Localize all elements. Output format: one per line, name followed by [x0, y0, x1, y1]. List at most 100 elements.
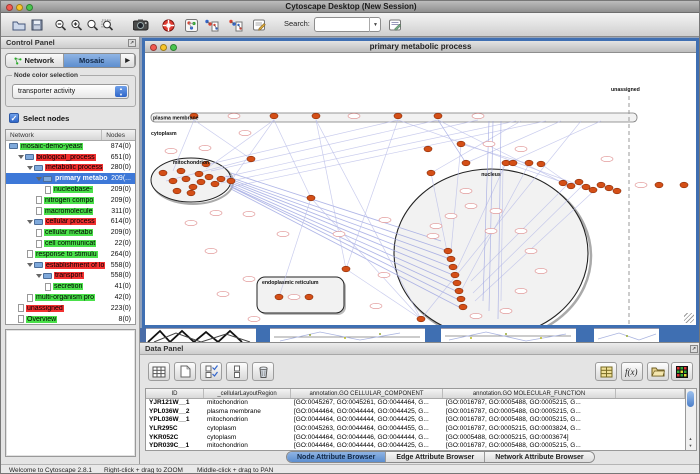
- tree-row[interactable]: establishment of lo558(0): [6, 260, 135, 271]
- graph-node[interactable]: [589, 187, 597, 193]
- background-window-fragment[interactable]: [594, 328, 659, 342]
- background-window-fragment[interactable]: [659, 328, 700, 342]
- snapshot-icon[interactable]: [132, 16, 150, 34]
- table-row[interactable]: YPL036W__2plasma membrane[GO:0044464, GO…: [146, 408, 685, 417]
- network-view-window[interactable]: primary metabolic process plasma membran…: [142, 38, 699, 328]
- tree-row[interactable]: transport558(0): [6, 271, 135, 282]
- graph-node[interactable]: [449, 264, 457, 270]
- table-cell[interactable]: YPL036W__2: [146, 408, 204, 417]
- table-cell[interactable]: YPL036W__1: [146, 416, 204, 425]
- table-row[interactable]: YKR052Ccytoplasm[GO:0044464, GO:0044446,…: [146, 434, 685, 443]
- graph-node[interactable]: [159, 170, 167, 176]
- network-tree-header[interactable]: Network Nodes: [6, 130, 135, 141]
- tree-row[interactable]: Overview8(0): [6, 314, 135, 325]
- graph-node[interactable]: [305, 294, 313, 300]
- background-window-fragment[interactable]: [146, 328, 256, 342]
- table-cell[interactable]: cytoplasm: [204, 434, 291, 443]
- graph-node[interactable]: [394, 113, 402, 119]
- table-cell[interactable]: [GO:0016787, GO:0005215, GO:0003824, G..…: [443, 425, 616, 434]
- table-icon[interactable]: [148, 362, 170, 381]
- graph-node[interactable]: [575, 179, 583, 185]
- graph-node[interactable]: [187, 190, 195, 196]
- graph-node[interactable]: [247, 156, 255, 162]
- help-icon[interactable]: [159, 16, 177, 34]
- open-icon[interactable]: [10, 16, 28, 34]
- col-id[interactable]: ID: [146, 389, 204, 398]
- table-cell[interactable]: mitochondrion: [204, 399, 291, 408]
- table-cell[interactable]: YKR052C: [146, 434, 204, 443]
- expand-triangle-icon[interactable]: [27, 263, 33, 267]
- table-cell[interactable]: plasma membrane: [204, 408, 291, 417]
- expand-triangle-icon[interactable]: [36, 274, 42, 278]
- table-cell[interactable]: [GO:0016787, GO:0005488, GO:0005215, G..…: [443, 408, 616, 417]
- search-dropdown-icon[interactable]: ▼: [369, 17, 381, 32]
- scroll-up-icon[interactable]: ▲: [686, 435, 695, 442]
- float-panel-icon[interactable]: ↗: [128, 39, 136, 47]
- graph-node[interactable]: [189, 184, 197, 190]
- scrollbar-thumb[interactable]: [687, 391, 694, 407]
- zoom-selected-icon[interactable]: [98, 16, 116, 34]
- table-cell[interactable]: [GO:0016787, GO:0005488, GO:0005215, G..…: [443, 399, 616, 408]
- heatmap-icon[interactable]: [671, 362, 693, 381]
- col-go-molecular-function[interactable]: annotation.GO MOLECULAR_FUNCTION: [443, 389, 616, 398]
- annotation-icon[interactable]: [250, 16, 268, 34]
- background-window-fragment[interactable]: [256, 328, 270, 342]
- graph-node[interactable]: [605, 185, 613, 191]
- table-row[interactable]: YDR039C__1mitochondrion[GO:0044464, GO:0…: [146, 442, 685, 451]
- graph-node[interactable]: [173, 188, 181, 194]
- tab-network[interactable]: Network: [6, 54, 64, 67]
- attribute-table[interactable]: ID _cellularLayoutRegion annotation.GO C…: [145, 388, 686, 451]
- table-cell[interactable]: mitochondrion: [204, 416, 291, 425]
- table-row[interactable]: YLR295Ccytoplasm[GO:0045263, GO:0044464,…: [146, 425, 685, 434]
- network-window-titlebar[interactable]: primary metabolic process: [145, 41, 696, 53]
- graph-node[interactable]: [197, 179, 205, 185]
- network-canvas[interactable]: plasma membranecytoplasmmitochondrionnuc…: [145, 53, 696, 325]
- graph-node[interactable]: [227, 178, 235, 184]
- graph-node[interactable]: [275, 294, 283, 300]
- tree-row[interactable]: response to stimulu264(0): [6, 249, 135, 260]
- birdseye-view[interactable]: [5, 329, 136, 457]
- table-cell[interactable]: [GO:0044464, GO:0044444, GO:0044425, G..…: [291, 416, 443, 425]
- graph-node[interactable]: [444, 248, 452, 254]
- node-color-dropdown[interactable]: transporter activity ▲▼: [12, 84, 129, 99]
- table-cell[interactable]: mitochondrion: [204, 442, 291, 451]
- table-cell[interactable]: YJR121W__1: [146, 399, 204, 408]
- graph-node[interactable]: [537, 161, 545, 167]
- table-cell[interactable]: [GO:0044464, GO:0044446, GO:0044444, G..…: [291, 434, 443, 443]
- graph-node[interactable]: [447, 256, 455, 262]
- trash-icon[interactable]: [252, 362, 274, 381]
- tab-network-attribute-browser[interactable]: Network Attribute Browser: [485, 452, 593, 462]
- table-row[interactable]: YPL036W__1mitochondrion[GO:0044464, GO:0…: [146, 416, 685, 425]
- tree-row[interactable]: mosaic-demo-yeast874(0): [6, 141, 135, 152]
- select-attributes-icon[interactable]: [200, 362, 222, 381]
- resize-grip-icon[interactable]: [684, 313, 694, 323]
- graph-node[interactable]: [459, 304, 467, 310]
- graph-node[interactable]: [597, 182, 605, 188]
- graph-node[interactable]: [451, 272, 459, 278]
- table-cell[interactable]: [GO:0044464, GO:0044444, GO:0044425, G..…: [291, 408, 443, 417]
- graph-node[interactable]: [312, 113, 320, 119]
- background-window-fragment[interactable]: [270, 328, 425, 342]
- table-cell[interactable]: [GO:0045263, GO:0044464, GO:0044455, G..…: [291, 425, 443, 434]
- col-cellular-layout-region[interactable]: _cellularLayoutRegion: [204, 389, 291, 398]
- graph-node[interactable]: [417, 316, 425, 322]
- unselect-attributes-icon[interactable]: [226, 362, 248, 381]
- tab-node-attribute-browser[interactable]: Node Attribute Browser: [287, 452, 386, 462]
- layout-a-icon[interactable]: [202, 16, 220, 34]
- graph-node[interactable]: [457, 296, 465, 302]
- graph-node[interactable]: [559, 180, 567, 186]
- expand-triangle-icon[interactable]: [18, 155, 24, 159]
- select-nodes-checkbox[interactable]: ✓: [9, 113, 19, 123]
- attribute-table-header[interactable]: ID _cellularLayoutRegion annotation.GO C…: [146, 389, 685, 399]
- graph-node[interactable]: [453, 280, 461, 286]
- save-icon[interactable]: [28, 16, 46, 34]
- col-go-cellular-component[interactable]: annotation.GO CELLULAR_COMPONENT: [291, 389, 443, 398]
- graph-node[interactable]: [434, 113, 442, 119]
- table-cell[interactable]: [GO:0016787, GO:0005488, GO:0005215, G..…: [443, 442, 616, 451]
- save-table-icon[interactable]: [595, 362, 617, 381]
- table-scrollbar[interactable]: ▲ ▼: [686, 388, 697, 451]
- graph-node[interactable]: [177, 168, 185, 174]
- layout-b-icon[interactable]: [226, 16, 244, 34]
- graph-node[interactable]: [182, 176, 190, 182]
- table-cell[interactable]: [GO:0044464, GO:0044444, GO:0044425, G..…: [291, 442, 443, 451]
